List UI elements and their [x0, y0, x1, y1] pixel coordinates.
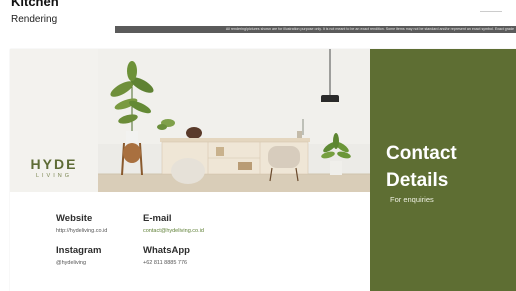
disclaimer-text: All rendering/pictures shown are for ill…: [225, 27, 514, 31]
instagram-handle[interactable]: @hydeliving: [56, 260, 86, 266]
whatsapp-label: WhatsApp: [143, 245, 190, 256]
brand-name: HYDE: [30, 156, 78, 172]
email-label: E-mail: [143, 213, 172, 224]
previous-page-subtitle: Rendering: [11, 14, 58, 25]
contact-title: Contact Details: [386, 143, 457, 191]
divider: [480, 11, 502, 12]
previous-page-title: Kitchen: [11, 0, 59, 9]
contact-subtitle: For enquiries: [390, 195, 434, 204]
whatsapp-number[interactable]: +62 811 8885 776: [143, 260, 187, 266]
living-room-image: [98, 49, 370, 192]
contact-panel: Contact Details For enquiries: [370, 49, 516, 291]
previous-page-strip: Kitchen Rendering All rendering/pictures…: [0, 0, 516, 34]
brand-logo: HYDE LIVING: [10, 49, 98, 192]
brand-tagline: LIVING: [35, 173, 73, 179]
website-link[interactable]: http://hydeliving.co.id: [56, 228, 107, 234]
instagram-label: Instagram: [56, 245, 102, 256]
website-label: Website: [56, 213, 93, 224]
disclaimer-bar: All rendering/pictures shown are for ill…: [115, 26, 516, 33]
email-link[interactable]: contact@hydeliving.co.id: [143, 228, 204, 234]
